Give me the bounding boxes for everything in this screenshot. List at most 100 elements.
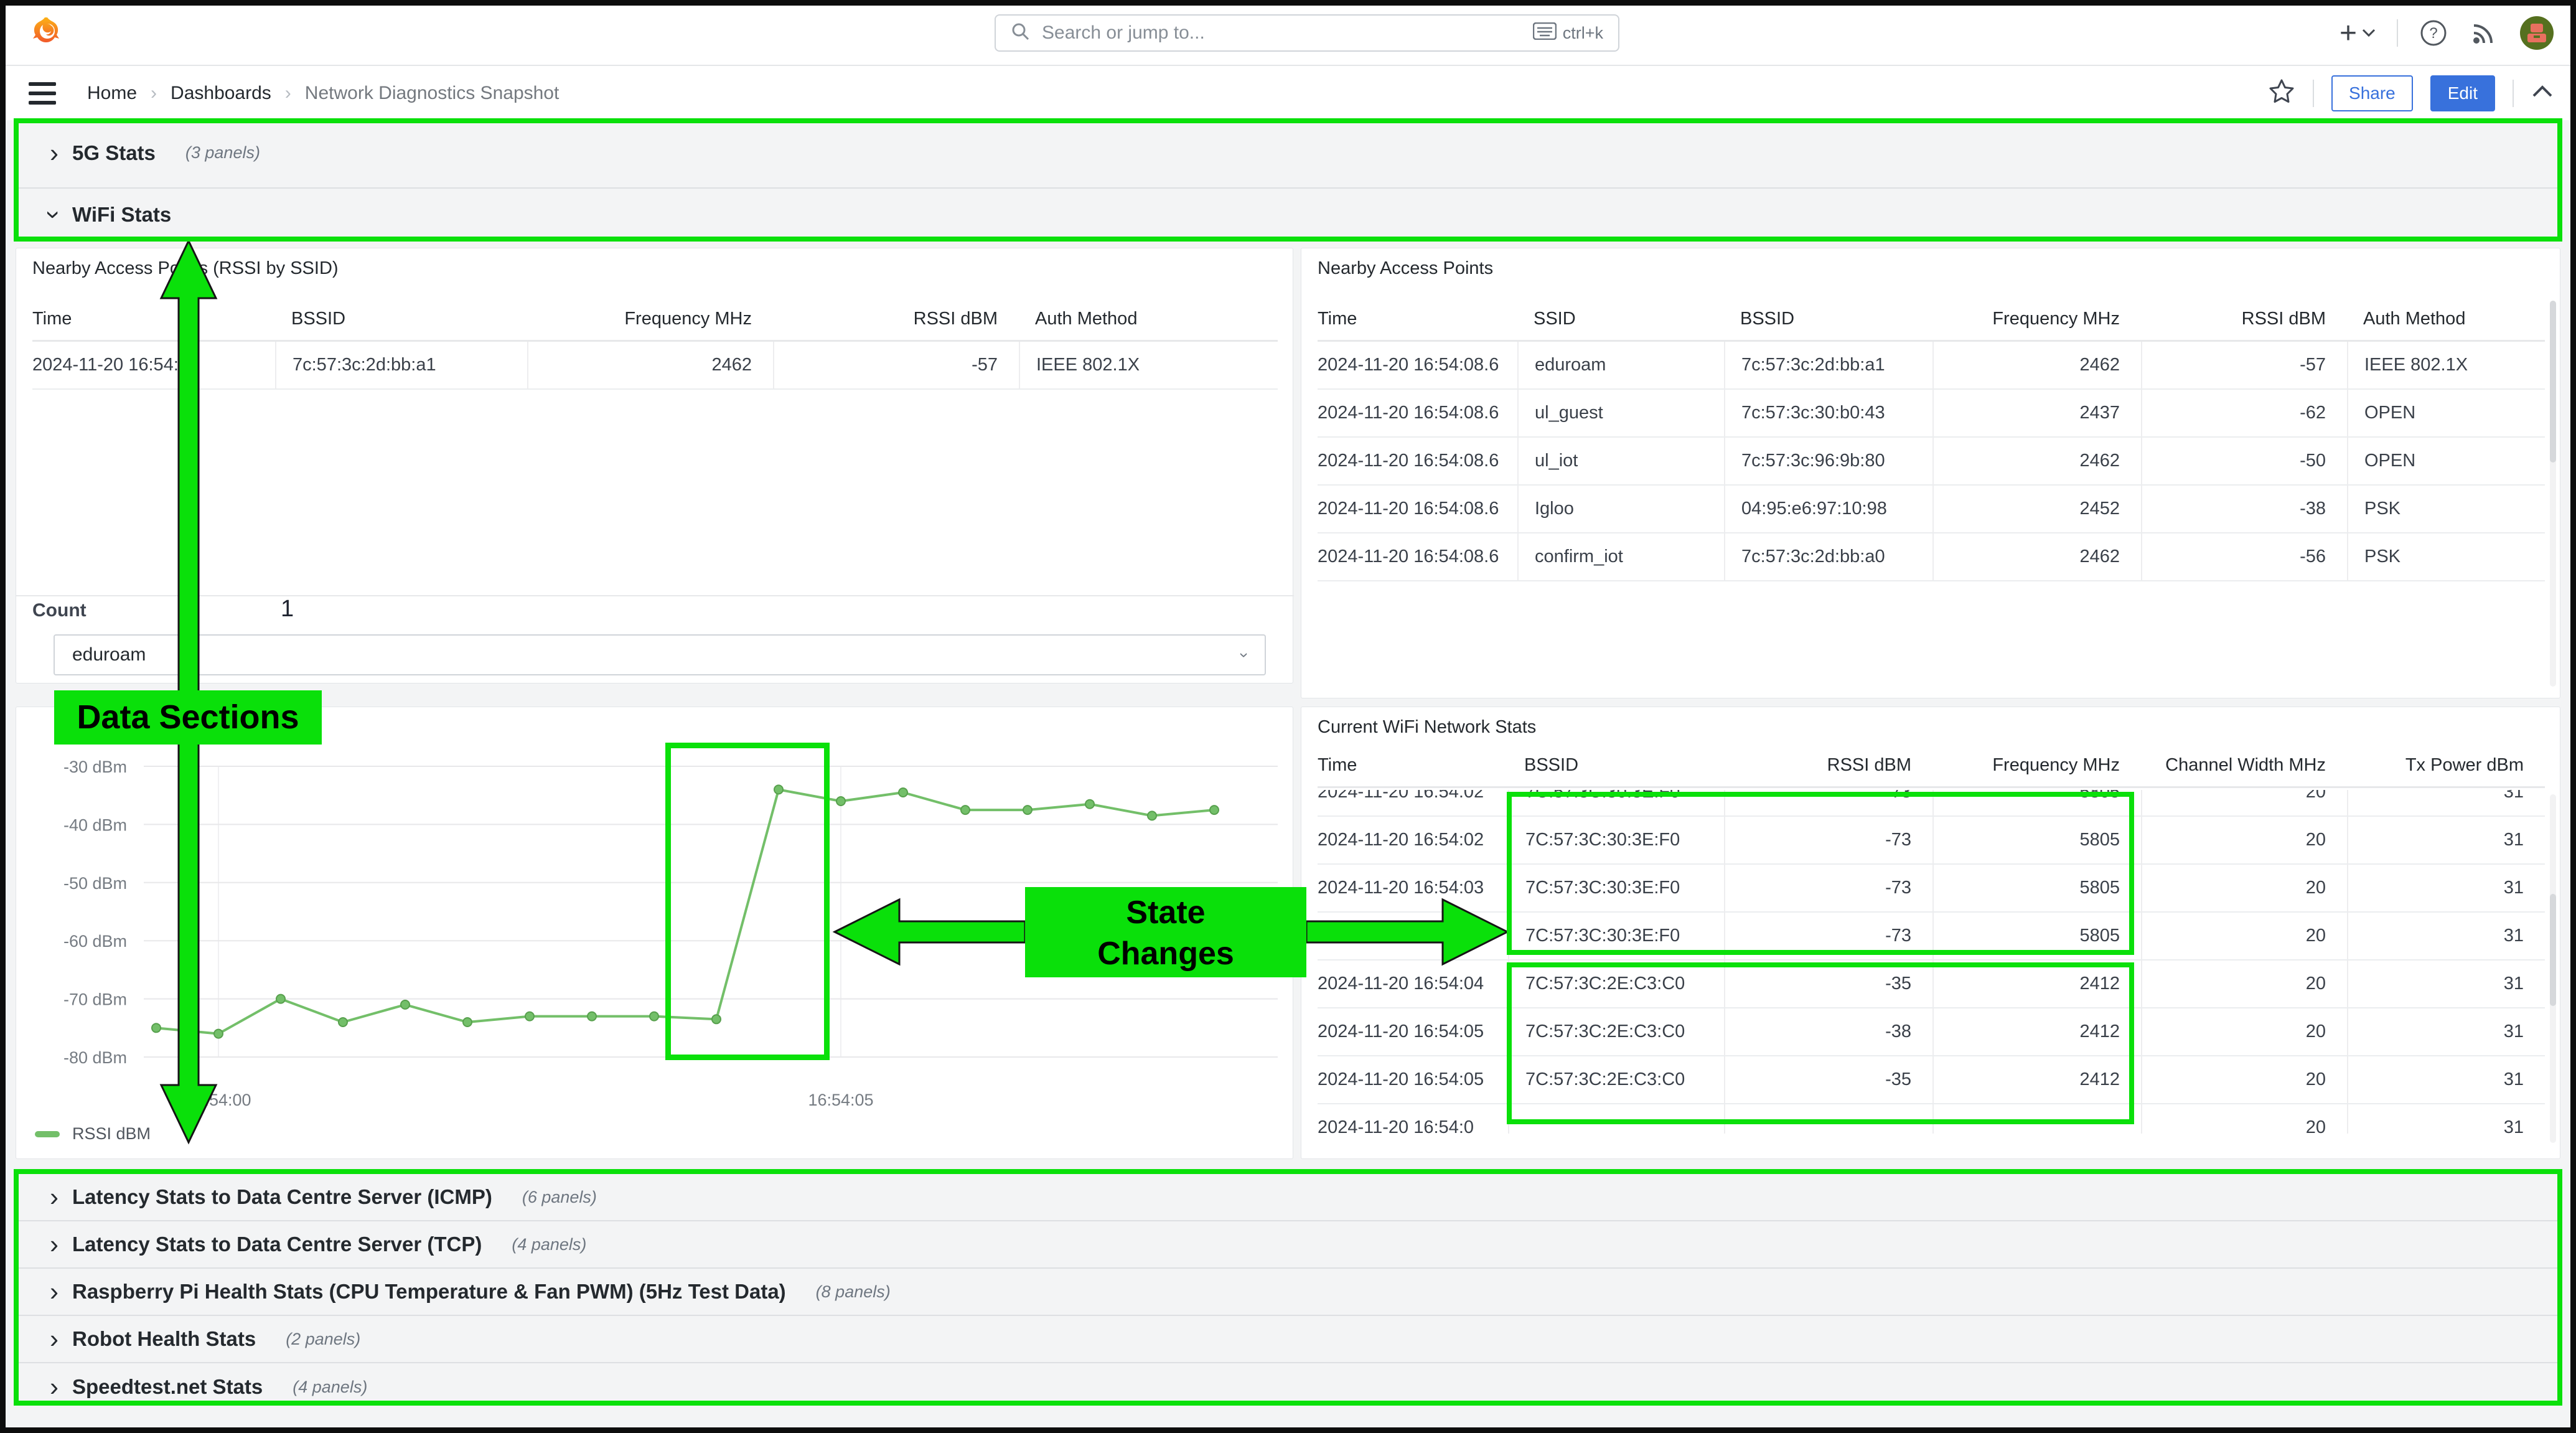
- scrollbar[interactable]: [2550, 301, 2556, 687]
- section-panel-count: (6 panels): [522, 1188, 597, 1207]
- table-cell: 7C:57:3C:30:3E:F0: [1508, 817, 1724, 863]
- column-header[interactable]: RSSI dBM: [2141, 298, 2347, 340]
- user-avatar[interactable]: [2520, 16, 2554, 50]
- chevron-right-icon: ›: [50, 1326, 59, 1352]
- table-cell: confirm_iot: [1517, 533, 1724, 580]
- table-cell: 2462: [527, 342, 773, 388]
- table-row: 2024-11-20 16:54:057C:57:3C:2E:C3:C0-352…: [1318, 1056, 2545, 1104]
- column-header[interactable]: Time: [1318, 298, 1517, 340]
- table-cell: [1932, 1104, 2141, 1134]
- table-cell: -73: [1724, 817, 1932, 863]
- table-cell: 20: [2141, 817, 2347, 863]
- table-cell: 31: [2347, 790, 2545, 815]
- column-header[interactable]: Time: [1318, 745, 1508, 786]
- section-row-latency-stats-to-data-centre-server-tcp[interactable]: ›Latency Stats to Data Centre Server (TC…: [14, 1221, 2562, 1269]
- section-panel-count: (4 panels): [512, 1235, 586, 1254]
- table-cell: 5805: [1932, 865, 2141, 911]
- chart-legend[interactable]: RSSI dBM: [35, 1124, 151, 1144]
- breadcrumb: Home › Dashboards › Network Diagnostics …: [87, 66, 559, 120]
- table-cell: 2462: [1932, 342, 2141, 388]
- section-row-latency-stats-to-data-centre-server-icmp[interactable]: ›Latency Stats to Data Centre Server (IC…: [14, 1174, 2562, 1221]
- top-section-rows: ›5G Stats(3 panels)›WiFi Stats: [14, 118, 2562, 240]
- section-row-5g-stats[interactable]: ›5G Stats(3 panels): [14, 118, 2562, 189]
- svg-text:-60 dBm: -60 dBm: [63, 932, 127, 951]
- table-cell: 20: [2141, 790, 2347, 815]
- section-panel-count: (2 panels): [286, 1330, 360, 1349]
- svg-text:?: ?: [2429, 25, 2437, 42]
- share-button[interactable]: Share: [2331, 75, 2413, 111]
- svg-text:16:54:05: 16:54:05: [808, 1091, 873, 1109]
- breadcrumb-separator: ›: [151, 83, 157, 104]
- table-cell: 2024-11-20 16:54:02: [1318, 790, 1508, 815]
- section-title: Raspberry Pi Health Stats (CPU Temperatu…: [72, 1280, 786, 1304]
- collapse-chevron-up-icon[interactable]: [2531, 85, 2554, 101]
- menu-icon[interactable]: [29, 82, 56, 105]
- column-header[interactable]: RSSI dBM: [1724, 745, 1932, 786]
- news-rss-icon[interactable]: [2469, 18, 2499, 48]
- column-header[interactable]: Frequency MHz: [527, 298, 773, 340]
- table-row: 2024-11-20 16:54:057C:57:3C:2E:C3:C0-382…: [1318, 1008, 2545, 1056]
- table-cell: -62: [2141, 390, 2347, 436]
- column-header[interactable]: Tx Power dBm: [2347, 745, 2545, 786]
- table-cell: 5805: [1932, 913, 2141, 959]
- bottom-section-rows: ›Latency Stats to Data Centre Server (IC…: [14, 1169, 2562, 1411]
- table-cell: [1508, 1104, 1724, 1134]
- grafana-logo[interactable]: [30, 15, 65, 50]
- search-input[interactable]: Search or jump to... ctrl+k: [995, 14, 1619, 52]
- table-cell: 7C:57:3C:2E:C3:C0: [1508, 1008, 1724, 1055]
- column-header[interactable]: Auth Method: [1019, 298, 1278, 340]
- table-cell: OPEN: [2347, 390, 2545, 436]
- section-row-robot-health-stats[interactable]: ›Robot Health Stats(2 panels): [14, 1316, 2562, 1363]
- column-header[interactable]: Channel Width MHz: [2141, 745, 2347, 786]
- ssid-select-dropdown[interactable]: eduroam ›: [54, 634, 1266, 675]
- column-header[interactable]: Time: [32, 298, 275, 340]
- table-cell: 7C:57:3C:2E:C3:C0: [1508, 1056, 1724, 1103]
- section-row-wifi-stats[interactable]: ›WiFi Stats: [14, 189, 2562, 240]
- table-cell: 2024-11-20 16:54:04: [1318, 961, 1508, 1007]
- column-header[interactable]: Frequency MHz: [1932, 745, 2141, 786]
- section-row-raspberry-pi-health-stats-cpu-temperature-fan-pwm-5hz-test-data[interactable]: ›Raspberry Pi Health Stats (CPU Temperat…: [14, 1269, 2562, 1316]
- table-cell: 20: [2141, 1104, 2347, 1134]
- table-cell: 7c:57:3c:96:9b:80: [1724, 438, 1932, 484]
- grafana-dashboard-screenshot: Search or jump to... ctrl+k + ?: [0, 0, 2576, 1433]
- table-cell: -50: [2141, 438, 2347, 484]
- add-button[interactable]: +: [2339, 16, 2376, 50]
- column-header[interactable]: SSID: [1517, 298, 1724, 340]
- table-row: 2024-11-20 16:54:087c:57:3c:2d:bb:a12462…: [32, 342, 1278, 390]
- table-nearby-access-points: TimeSSIDBSSIDFrequency MHzRSSI dBMAuth M…: [1318, 298, 2545, 581]
- star-icon[interactable]: [2268, 78, 2295, 108]
- table-header-row: TimeBSSIDFrequency MHzRSSI dBMAuth Metho…: [32, 298, 1278, 342]
- panel-title: Current WiFi Network Stats: [1318, 717, 1536, 738]
- table-header-current-wifi: TimeBSSIDRSSI dBMFrequency MHzChannel Wi…: [1318, 745, 2545, 788]
- column-header[interactable]: BSSID: [1724, 298, 1932, 340]
- table-cell: 7c:57:3c:2d:bb:a1: [275, 342, 527, 388]
- divider: [2397, 19, 2398, 47]
- table-cell: 2024-11-20 16:54:02: [1318, 817, 1508, 863]
- table-cell: 2024-11-20 16:54:08.6: [1318, 438, 1517, 484]
- section-row-speedtest-net-stats[interactable]: ›Speedtest.net Stats(4 panels): [14, 1363, 2562, 1411]
- table-cell: -73: [1724, 865, 1932, 911]
- help-icon[interactable]: ?: [2419, 19, 2448, 47]
- breadcrumb-dashboards[interactable]: Dashboards: [171, 83, 271, 104]
- column-header[interactable]: BSSID: [275, 298, 527, 340]
- search-placeholder: Search or jump to...: [1042, 22, 1533, 44]
- table-cell: -35: [1724, 961, 1932, 1007]
- table-cell: 2462: [1932, 533, 2141, 580]
- breadcrumb-home[interactable]: Home: [87, 83, 137, 104]
- column-header[interactable]: Frequency MHz: [1932, 298, 2141, 340]
- column-header[interactable]: RSSI dBM: [773, 298, 1019, 340]
- ssid-selected-value: eduroam: [72, 644, 146, 665]
- table-cell: 31: [2347, 961, 2545, 1007]
- table-cell: 7C:57:3C:30:3E:F0: [1508, 790, 1724, 815]
- table-cell: 20: [2141, 913, 2347, 959]
- table-cell: -57: [2141, 342, 2347, 388]
- scrollbar[interactable]: [2550, 794, 2556, 1143]
- column-header[interactable]: Auth Method: [2347, 298, 2545, 340]
- table-cell: -38: [1724, 1008, 1932, 1055]
- annotation-label-data-sections: Data Sections: [54, 690, 322, 745]
- column-header[interactable]: BSSID: [1508, 745, 1724, 786]
- edit-button[interactable]: Edit: [2430, 75, 2495, 111]
- section-panel-count: (8 panels): [816, 1282, 891, 1302]
- table-cell: 31: [2347, 1056, 2545, 1103]
- table-cell: 2024-11-20 16:54:08: [32, 342, 275, 388]
